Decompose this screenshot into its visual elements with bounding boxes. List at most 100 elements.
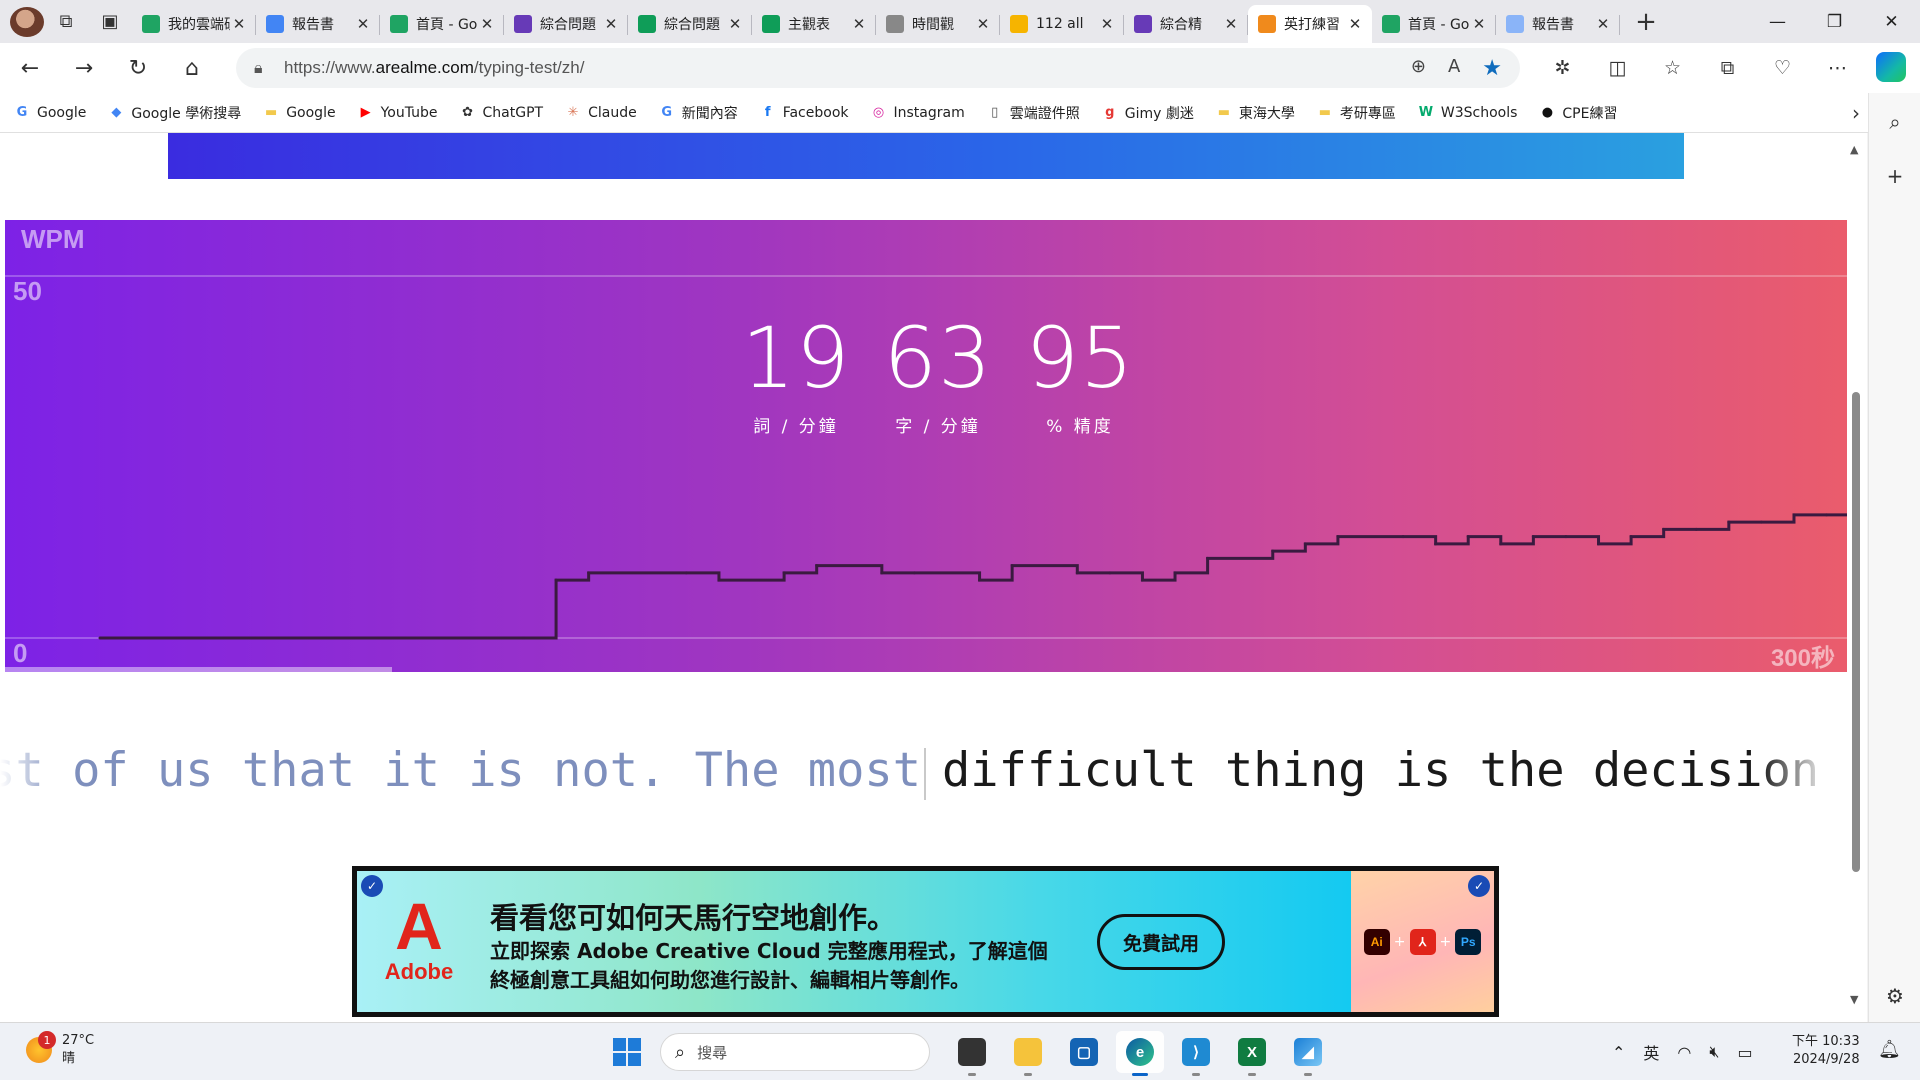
- classroom-icon: [1010, 15, 1028, 33]
- bookmark-item[interactable]: g Gimy 劇迷: [1102, 103, 1194, 123]
- photos-icon[interactable]: ◢: [1284, 1031, 1332, 1076]
- browser-tab[interactable]: 112 all ✕: [1000, 5, 1124, 43]
- notification-bell-icon[interactable]: 🔔︎: [1878, 1039, 1901, 1060]
- scroll-down-arrow-icon[interactable]: ▼: [1850, 993, 1858, 1006]
- system-clock[interactable]: 下午 10:33 2024/9/28: [1792, 1033, 1860, 1069]
- bookmark-item[interactable]: f Facebook: [760, 105, 849, 121]
- tab-list: 我的雲端硬碟✕報告書✕首頁 - Google 雲端✕綜合問題✕綜合問題✕主觀表✕…: [132, 0, 1620, 43]
- ad-free-trial-button[interactable]: 免費試用: [1097, 914, 1225, 970]
- browser-tab[interactable]: 報告書 ✕: [1496, 5, 1620, 43]
- tab-close-icon[interactable]: ✕: [1346, 15, 1364, 33]
- copilot-icon[interactable]: [1876, 52, 1906, 82]
- collections-icon[interactable]: ⧉: [1700, 48, 1755, 88]
- sidebar-settings-gear-icon[interactable]: ⚙: [1880, 981, 1910, 1011]
- browser-tab[interactable]: 報告書 ✕: [256, 5, 380, 43]
- bookmark-item[interactable]: ◆ Google 學術搜尋: [108, 103, 241, 123]
- bookmark-item[interactable]: ● CPE練習: [1539, 103, 1618, 123]
- home-icon[interactable]: ⌂: [168, 48, 216, 88]
- tab-close-icon[interactable]: ✕: [850, 15, 868, 33]
- bookmark-item[interactable]: ▬ 東海大學: [1216, 103, 1295, 123]
- adobe-advertisement[interactable]: ✓ A Adobe 看看您可如何天馬行空地創作。 立即探索 Adobe Crea…: [352, 866, 1499, 1017]
- bookmark-item[interactable]: ✳ Claude: [565, 105, 637, 121]
- volume-muted-icon[interactable]: 🔇︎: [1709, 1042, 1719, 1062]
- edge-browser-icon[interactable]: e: [1116, 1031, 1164, 1076]
- bookmarks-overflow-chevron-icon[interactable]: ›: [1852, 101, 1860, 125]
- bookmark-item[interactable]: G Google: [14, 105, 87, 121]
- bookmark-item[interactable]: ✿ ChatGPT: [460, 105, 543, 121]
- split-screen-icon[interactable]: ◫: [1590, 48, 1645, 88]
- url-text[interactable]: https://www.arealme.com/typing-test/zh/: [284, 58, 1411, 78]
- sidebar-search-icon[interactable]: ⌕: [1880, 107, 1910, 137]
- bookmark-item[interactable]: ▬ Google: [263, 105, 336, 121]
- remote-desktop-icon[interactable]: ▢: [1060, 1031, 1108, 1073]
- bookmark-item[interactable]: ▶ YouTube: [358, 105, 438, 121]
- bookmark-item[interactable]: W W3Schools: [1418, 105, 1518, 121]
- task-view-icon[interactable]: [948, 1031, 996, 1076]
- lock-icon[interactable]: 🔒︎: [254, 58, 284, 78]
- new-tab-button[interactable]: +: [1624, 7, 1668, 37]
- browser-tab[interactable]: 時間觀 ✕: [876, 5, 1000, 43]
- tab-close-icon[interactable]: ✕: [726, 15, 744, 33]
- browser-tab[interactable]: 首頁 - Google 雲端✕: [1372, 5, 1496, 43]
- bookmark-item[interactable]: ▯ 雲端證件照: [987, 103, 1080, 123]
- sidebar-add-icon[interactable]: +: [1880, 161, 1910, 191]
- browser-tab[interactable]: 綜合問題 ✕: [628, 5, 752, 43]
- clock-time: 下午 10:33: [1792, 1034, 1860, 1049]
- zoom-icon[interactable]: ⊕: [1411, 56, 1426, 81]
- vscode-icon[interactable]: ⟩: [1172, 1031, 1220, 1076]
- back-arrow-icon[interactable]: ←: [6, 48, 54, 88]
- tab-close-icon[interactable]: ✕: [974, 15, 992, 33]
- wpm-data-point: [880, 571, 884, 575]
- wifi-icon[interactable]: ◠: [1677, 1043, 1691, 1062]
- minimize-icon[interactable]: —: [1749, 0, 1806, 43]
- tab-close-icon[interactable]: ✕: [478, 15, 496, 33]
- more-menu-icon[interactable]: ⋯: [1810, 48, 1865, 88]
- page-icon: ▯: [991, 105, 999, 120]
- vertical-tabs-icon[interactable]: ▣: [88, 4, 132, 40]
- browser-tab[interactable]: 英打練習 ✕: [1248, 5, 1372, 43]
- browser-tab[interactable]: 我的雲端硬碟✕: [132, 5, 256, 43]
- taskbar-search-box[interactable]: ⌕ 搜尋: [660, 1033, 930, 1071]
- excel-icon[interactable]: X: [1228, 1031, 1276, 1076]
- close-window-icon[interactable]: ✕: [1863, 0, 1920, 43]
- input-method-indicator[interactable]: 英: [1643, 1040, 1659, 1064]
- browser-tab[interactable]: 首頁 - Google 雲端✕: [380, 5, 504, 43]
- tab-close-icon[interactable]: ✕: [1470, 15, 1488, 33]
- browser-tab[interactable]: 綜合精 ✕: [1124, 5, 1248, 43]
- favorite-star-icon[interactable]: ★: [1482, 56, 1502, 81]
- read-aloud-icon[interactable]: A: [1448, 56, 1460, 81]
- tab-close-icon[interactable]: ✕: [354, 15, 372, 33]
- tab-close-icon[interactable]: ✕: [230, 15, 248, 33]
- bookmark-item[interactable]: ▬ 考研專區: [1317, 103, 1396, 123]
- extensions-icon[interactable]: ✲: [1535, 48, 1590, 88]
- tray-overflow-chevron-icon[interactable]: ⌃: [1612, 1043, 1625, 1062]
- bookmark-item[interactable]: G 新聞內容: [659, 103, 737, 123]
- scrollbar-thumb[interactable]: [1852, 392, 1860, 872]
- workspaces-icon[interactable]: ⧉: [44, 4, 88, 40]
- ad-report-icon[interactable]: ✓: [1468, 875, 1490, 897]
- scroll-up-arrow-icon[interactable]: ▲: [1850, 143, 1858, 156]
- restore-icon[interactable]: ❐: [1806, 0, 1863, 43]
- notification-badge: 1: [38, 1031, 56, 1049]
- address-bar[interactable]: 🔒︎ https://www.arealme.com/typing-test/z…: [236, 48, 1520, 88]
- scholar-icon: ◆: [111, 105, 122, 120]
- weather-widget[interactable]: 1 27°C 晴: [26, 1031, 94, 1068]
- profile-avatar[interactable]: [10, 6, 44, 37]
- search-placeholder: 搜尋: [697, 1043, 728, 1062]
- browser-tab[interactable]: 主觀表 ✕: [752, 5, 876, 43]
- refresh-icon[interactable]: ↻: [114, 48, 162, 88]
- battery-icon[interactable]: ▭: [1737, 1043, 1752, 1062]
- file-explorer-icon[interactable]: [1004, 1031, 1052, 1076]
- w3schools-icon: W: [1418, 105, 1434, 120]
- forward-arrow-icon[interactable]: →: [60, 48, 108, 88]
- performance-icon[interactable]: ♡: [1755, 48, 1810, 88]
- browser-tab[interactable]: 綜合問題 ✕: [504, 5, 628, 43]
- tab-close-icon[interactable]: ✕: [1594, 15, 1612, 33]
- tab-close-icon[interactable]: ✕: [602, 15, 620, 33]
- tab-close-icon[interactable]: ✕: [1222, 15, 1240, 33]
- favorites-icon[interactable]: ☆: [1645, 48, 1700, 88]
- bookmark-item[interactable]: ◎ Instagram: [871, 105, 965, 121]
- windows-start-icon[interactable]: [608, 1033, 646, 1071]
- tab-close-icon[interactable]: ✕: [1098, 15, 1116, 33]
- y-axis-min-label: 0: [13, 638, 28, 668]
